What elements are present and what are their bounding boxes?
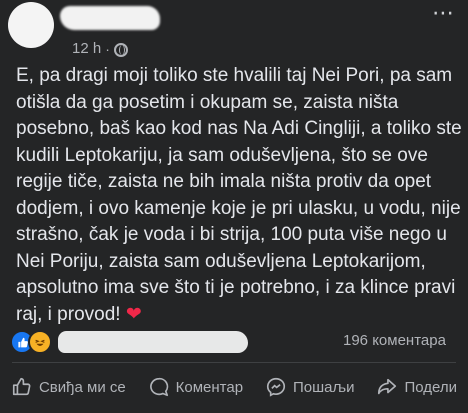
reaction-names-redacted — [58, 331, 248, 353]
reactions-summary[interactable] — [10, 330, 248, 354]
heart-emoji: ❤ — [125, 303, 142, 325]
author-name-redacted[interactable] — [60, 6, 160, 30]
share-label: Подели — [404, 378, 457, 396]
action-bar: Свиђа ми се Коментар Пошаљи Подели — [0, 367, 468, 407]
share-button[interactable]: Подели — [376, 376, 457, 398]
share-arrow-icon — [378, 378, 397, 395]
messenger-icon — [266, 377, 286, 397]
facebook-post: 12 h · ⋯ E, pa dragi moji toliko ste hva… — [0, 0, 468, 413]
comment-count[interactable]: 196 коментара — [343, 332, 446, 349]
comment-label: Коментар — [175, 378, 244, 396]
divider — [12, 362, 456, 363]
more-options-icon[interactable]: ⋯ — [432, 2, 455, 24]
send-label: Пошаљи — [293, 378, 355, 396]
comment-button[interactable]: Коментар — [148, 376, 243, 398]
like-button[interactable]: Свиђа ми се — [11, 376, 126, 398]
post-timestamp[interactable]: 12 h — [72, 40, 101, 57]
post-text: E, pa dragi moji toliko ste hvalili taj … — [16, 63, 462, 328]
globe-icon — [113, 42, 128, 57]
thumbs-up-icon — [12, 377, 31, 396]
send-button[interactable]: Пошаљи — [265, 376, 355, 398]
haha-reaction-icon — [28, 330, 52, 354]
avatar[interactable] — [8, 2, 54, 48]
post-meta: 12 h · — [72, 40, 128, 57]
like-label: Свиђа ми се — [38, 378, 126, 396]
post-text-content: E, pa dragi moji toliko ste hvalili taj … — [16, 65, 462, 325]
comment-icon — [149, 377, 168, 397]
meta-separator: · — [105, 40, 110, 57]
